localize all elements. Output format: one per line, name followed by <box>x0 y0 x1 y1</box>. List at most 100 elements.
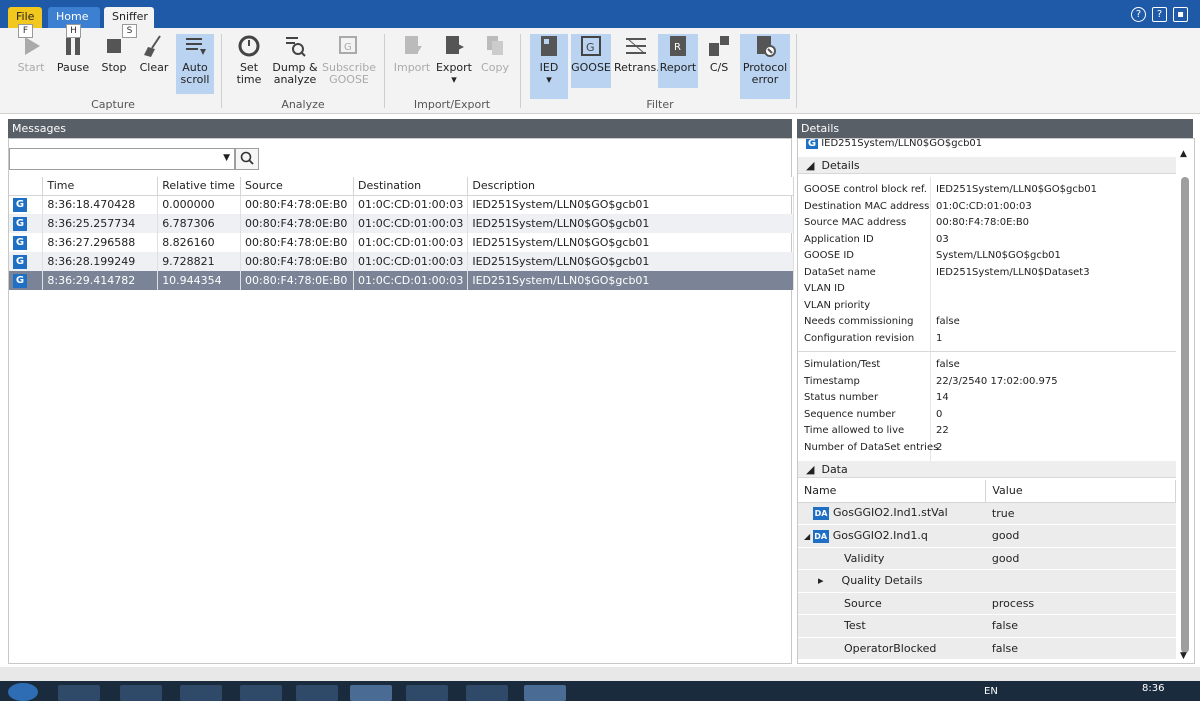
collapse-triangle-icon[interactable]: ◢ <box>806 159 814 172</box>
filter-combobox[interactable]: ▼ <box>9 148 235 170</box>
ribbon-separator <box>384 34 385 108</box>
table-row[interactable]: G 8:36:27.296588 8.826160 00:80:F4:78:0E:B0… <box>9 233 794 252</box>
data-row[interactable]: Source process <box>798 592 1176 615</box>
messages-panel: ▼ Time Relative time Source Destination … <box>8 138 794 664</box>
taskbar-app[interactable] <box>240 685 282 701</box>
data-row[interactable]: Test false <box>798 614 1176 638</box>
column-destination[interactable]: Destination <box>353 177 469 196</box>
collapse-triangle-icon[interactable]: ◢ <box>804 532 813 541</box>
taskbar-app[interactable] <box>350 685 392 701</box>
column-time[interactable]: Time <box>42 177 159 196</box>
taskbar-app-chrome[interactable] <box>296 685 338 701</box>
analyze-icon <box>283 34 307 58</box>
start-button[interactable]: Start <box>12 34 50 94</box>
taskbar-app-iedscout[interactable] <box>524 685 566 701</box>
data-name-label: GosGGIO2.Ind1.stVal <box>833 506 948 520</box>
data-row[interactable]: Validity good <box>798 547 1176 570</box>
data-row[interactable]: ▸ Quality Details <box>798 569 1176 593</box>
data-value-cell: false <box>985 614 1176 638</box>
table-cell: 01:0C:CD:01:00:03 <box>353 233 469 252</box>
filter-retrans-button[interactable]: Retrans. <box>614 34 660 94</box>
group-import-export: Import/Export <box>413 98 491 111</box>
ribbon-separator <box>796 34 797 108</box>
import-button[interactable]: Import <box>392 34 432 94</box>
dump-analyze-button[interactable]: Dump & analyze <box>272 34 318 94</box>
scroll-down-icon[interactable]: ▼ <box>1180 651 1187 661</box>
data-row[interactable]: ◢ DA GosGGIO2.Ind1.q good <box>798 524 1176 548</box>
set-time-button[interactable]: Set time <box>230 34 268 94</box>
filter-cs-button[interactable]: C/S <box>702 34 736 94</box>
taskbar-app-paint[interactable] <box>466 685 508 701</box>
field-value: System/LLN0$GO$gcb01 <box>936 250 1061 261</box>
field-label: VLAN priority <box>804 299 871 311</box>
table-row[interactable]: G 8:36:25.257734 6.787306 00:80:F4:78:0E:B0… <box>9 214 794 233</box>
stop-button[interactable]: Stop <box>96 34 132 94</box>
data-value-cell <box>985 569 1176 593</box>
field-label: GOOSE control block ref. <box>804 184 927 195</box>
column-source[interactable]: Source <box>240 177 354 196</box>
table-row[interactable]: G 8:36:18.470428 0.000000 00:80:F4:78:0E:B0… <box>9 195 794 214</box>
filter-goose-button[interactable]: G GOOSE <box>571 34 611 88</box>
field-value: false <box>936 359 960 370</box>
keytip-home: H <box>66 24 81 38</box>
help-book-icon[interactable]: ? <box>1152 7 1167 22</box>
report-icon: R <box>666 34 690 58</box>
taskbar-app-media[interactable] <box>120 685 162 701</box>
table-row[interactable]: G 8:36:28.199249 9.728821 00:80:F4:78:0E:B0… <box>9 252 794 271</box>
copy-icon <box>483 34 507 58</box>
field-label: Needs commissioning <box>804 316 914 327</box>
column-relative-time[interactable]: Relative time <box>157 177 242 196</box>
filter-ied-button[interactable]: IED ▾ <box>530 34 568 99</box>
field-value: 22 <box>936 425 949 436</box>
table-cell: 9.728821 <box>157 252 242 271</box>
copy-button[interactable]: Copy <box>478 34 512 94</box>
clock[interactable]: 8:36 <box>1142 683 1164 694</box>
column-icon[interactable] <box>9 177 44 196</box>
section-data-header[interactable]: ◢ Data <box>798 461 1176 478</box>
data-row[interactable]: OperatorBlocked false <box>798 637 1176 660</box>
table-row[interactable]: G 8:36:29.414782 10.944354 00:80:F4:78:0E:B… <box>9 271 794 290</box>
details-top-item[interactable]: G IED251System/LLN0$GO$gcb01 <box>806 139 982 153</box>
expand-triangle-icon[interactable]: ▸ <box>818 574 824 587</box>
pause-button[interactable]: Pause <box>54 34 92 94</box>
help-icon[interactable]: ? <box>1131 7 1146 22</box>
export-icon <box>442 34 466 58</box>
taskbar-app-ie[interactable] <box>180 685 222 701</box>
details-scrollbar[interactable]: ▲ ▼ <box>1180 149 1190 661</box>
filter-report-button[interactable]: R Report <box>658 34 698 88</box>
column-name[interactable]: Name <box>798 480 987 503</box>
table-cell: 0.000000 <box>157 195 242 214</box>
chevron-down-icon[interactable]: ▼ <box>223 153 230 163</box>
filter-protocol-error-button[interactable]: Protocol error <box>740 34 790 99</box>
group-filter: Filter <box>646 98 674 111</box>
data-value-cell: false <box>985 637 1176 660</box>
data-value-cell: process <box>985 592 1176 615</box>
auto-scroll-icon <box>183 34 207 58</box>
data-name-label: Validity <box>844 551 885 565</box>
export-button[interactable]: Export ▾ <box>434 34 474 94</box>
field-value: 00:80:F4:78:0E:B0 <box>936 217 1030 228</box>
column-description[interactable]: Description <box>467 177 794 196</box>
column-value[interactable]: Value <box>985 480 1176 503</box>
auto-scroll-button[interactable]: Auto scroll <box>176 34 214 94</box>
field-label: Time allowed to live <box>804 425 905 436</box>
data-row[interactable]: DA GosGGIO2.Ind1.stVal true <box>798 502 1176 525</box>
scroll-up-icon[interactable]: ▲ <box>1180 149 1187 159</box>
goose-subscribe-icon: G <box>337 34 361 58</box>
chevron-down-icon: ▾ <box>546 73 552 86</box>
section-details-header[interactable]: ◢ Details <box>798 157 1176 174</box>
taskbar-app-cmd[interactable] <box>406 685 448 701</box>
field-value: IED251System/LLN0$GO$gcb01 <box>936 184 1097 195</box>
search-button[interactable] <box>235 148 259 170</box>
clock-icon <box>237 34 261 58</box>
language-indicator[interactable]: EN <box>984 686 998 697</box>
settings-icon[interactable]: ▪ <box>1173 7 1188 22</box>
collapse-triangle-icon[interactable]: ◢ <box>806 463 814 476</box>
scrollbar-thumb[interactable] <box>1181 177 1189 653</box>
taskbar-app-explorer[interactable] <box>58 685 100 701</box>
start-orb-icon[interactable] <box>8 683 38 701</box>
field-label: Status number <box>804 392 879 403</box>
table-cell: 00:80:F4:78:0E:B0 <box>240 195 354 214</box>
clear-button[interactable]: Clear <box>136 34 172 94</box>
subscribe-goose-button[interactable]: G Subscribe GOOSE <box>322 34 376 94</box>
